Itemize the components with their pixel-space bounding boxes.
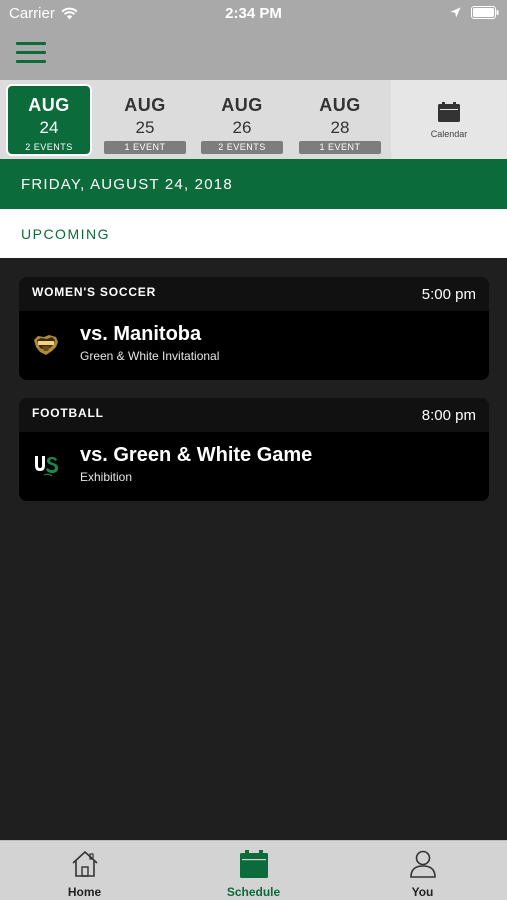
status-bar: Carrier 2:34 PM xyxy=(0,0,507,28)
tab-label: You xyxy=(411,885,434,899)
date-item-aug-28[interactable]: AUG 28 1 EVENT xyxy=(297,84,383,156)
location-arrow-icon xyxy=(450,7,461,18)
event-detail: Exhibition xyxy=(80,470,133,484)
date-day: 28 xyxy=(330,118,350,137)
date-month: AUG xyxy=(28,95,70,115)
tab-schedule[interactable]: Schedule xyxy=(169,841,338,900)
event-card[interactable]: FOOTBALL 8:00 pm vs. Green & White Game … xyxy=(19,398,489,501)
menu-icon[interactable] xyxy=(16,42,46,64)
event-count-badge: 1 EVENT xyxy=(299,141,381,154)
event-time: 8:00 pm xyxy=(421,407,476,424)
date-strip: AUG 24 2 EVENTS AUG 25 1 EVENT AUG 26 2 … xyxy=(0,80,507,159)
calendar-button[interactable]: Calendar xyxy=(391,80,507,159)
event-detail: Green & White Invitational xyxy=(80,349,220,363)
date-item-aug-26[interactable]: AUG 26 2 EVENTS xyxy=(199,84,285,156)
event-card-body: vs. Green & White Game Exhibition xyxy=(19,432,489,501)
tab-bar: Home Schedule You xyxy=(0,840,507,900)
calendar-label: Calendar xyxy=(430,129,468,139)
selected-date-header: FRIDAY, AUGUST 24, 2018 xyxy=(0,159,507,209)
date-day: 25 xyxy=(135,118,155,137)
section-label-upcoming: UPCOMING xyxy=(0,209,507,258)
event-count-badge: 2 EVENTS xyxy=(201,141,283,154)
event-count-badge: 2 EVENTS xyxy=(25,142,73,152)
event-card-header: WOMEN'S SOCCER 5:00 pm xyxy=(19,277,489,311)
event-card-body: vs. Manitoba Green & White Invitational xyxy=(19,311,489,380)
event-time: 5:00 pm xyxy=(421,286,476,303)
date-item-aug-25[interactable]: AUG 25 1 EVENT xyxy=(102,84,188,156)
event-sport: FOOTBALL xyxy=(32,406,104,420)
tab-home[interactable]: Home xyxy=(0,841,169,900)
calendar-icon xyxy=(438,102,460,122)
event-count-badge: 1 EVENT xyxy=(104,141,186,154)
event-opponent: vs. Green & White Game xyxy=(80,444,313,466)
tab-label: Schedule xyxy=(226,885,281,899)
status-right xyxy=(450,6,499,19)
event-card[interactable]: WOMEN'S SOCCER 5:00 pm vs. Manitoba Gree… xyxy=(19,277,489,380)
tab-label: Home xyxy=(67,885,102,899)
home-icon xyxy=(71,850,98,877)
event-sport: WOMEN'S SOCCER xyxy=(32,285,157,299)
date-month: AUG xyxy=(124,95,166,115)
event-card-header: FOOTBALL 8:00 pm xyxy=(19,398,489,432)
nav-bar xyxy=(0,28,507,80)
date-day: 24 xyxy=(39,118,59,137)
usask-logo-icon xyxy=(35,456,58,477)
battery-icon xyxy=(471,6,499,19)
bisons-logo-icon xyxy=(34,335,58,355)
tab-you[interactable]: You xyxy=(338,841,507,900)
date-day: 26 xyxy=(232,118,252,137)
date-month: AUG xyxy=(221,95,263,115)
event-opponent: vs. Manitoba xyxy=(80,323,202,345)
date-month: AUG xyxy=(319,95,361,115)
calendar-icon xyxy=(239,850,268,878)
person-icon xyxy=(409,850,436,878)
status-time: 2:34 PM xyxy=(225,5,282,22)
date-item-aug-24[interactable]: AUG 24 2 EVENTS xyxy=(6,84,92,156)
